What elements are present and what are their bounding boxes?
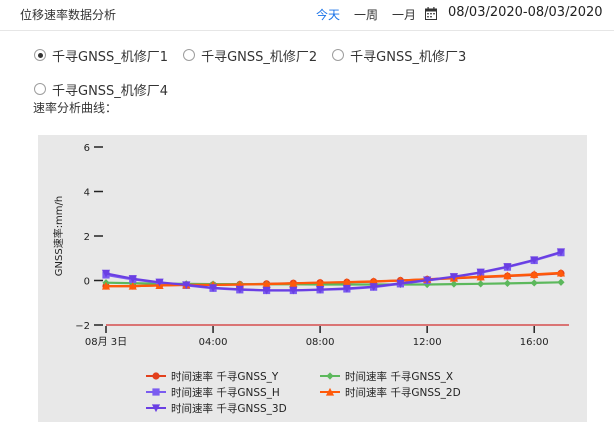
date-range-value[interactable]: 08/03/2020-08/03/2020 — [448, 5, 603, 20]
y-tick-label: 6 — [84, 143, 90, 154]
x-axis: 08月 3日 04:00 08:00 12:00 16:00 — [85, 324, 569, 348]
range-today-link[interactable]: 今天 — [316, 6, 340, 23]
station-label: 千寻GNSS_机修厂3 — [350, 49, 467, 65]
series-0 — [102, 269, 565, 290]
data-point — [530, 279, 538, 287]
x-tick-label: 08月 3日 — [85, 336, 127, 348]
chart-legend: 时间速率 千寻GNSS_Y 时间速率 千寻GNSS_X 时间速率 千寻GNSS_H 时… — [146, 370, 461, 415]
radio-circle-icon — [34, 49, 46, 61]
data-point — [503, 279, 512, 287]
series-layer — [101, 248, 566, 295]
station-label: 千寻GNSS_机修厂1 — [52, 49, 169, 65]
x-tick-label: 16:00 — [520, 337, 549, 348]
radio-circle-icon — [183, 49, 196, 61]
header: 位移速率数据分析 今天 一周 一月 08/03/2020-08/03/2020 — [0, 0, 614, 31]
legend-marker — [152, 388, 160, 396]
x-tick-label: 12:00 — [413, 337, 442, 348]
page-title: 位移速率数据分析 — [20, 8, 117, 22]
legend-marker — [326, 372, 334, 380]
data-point — [477, 280, 485, 288]
station-radio-4[interactable]: 千寻GNSS_机修厂4 — [34, 80, 168, 99]
series-2 — [102, 249, 565, 295]
y-axis-label: GNSS速率:mm/h — [52, 196, 65, 276]
radio-circle-icon — [34, 83, 46, 95]
x-tick-label: 04:00 — [199, 337, 228, 348]
y-axis: −2 0 2 4 6 GNSS速率:mm/h — [52, 143, 103, 332]
legend-item[interactable]: 时间速率 千寻GNSS_2D — [320, 386, 461, 399]
legend-item[interactable]: 时间速率 千寻GNSS_X — [320, 370, 453, 383]
y-tick-label: 2 — [84, 232, 90, 243]
section-label: 速率分析曲线： — [33, 101, 118, 115]
legend-item[interactable]: 时间速率 千寻GNSS_Y — [146, 370, 279, 383]
legend-label: 时间速率 千寻GNSS_3D — [171, 402, 287, 415]
station-radio-2[interactable]: 千寻GNSS_机修厂2 — [183, 46, 317, 65]
station-label: 千寻GNSS_机修厂2 — [201, 49, 318, 65]
legend-marker — [152, 372, 160, 380]
calendar-icon[interactable] — [425, 7, 437, 20]
legend-label: 时间速率 千寻GNSS_2D — [345, 386, 461, 399]
legend-item[interactable]: 时间速率 千寻GNSS_3D — [146, 402, 287, 415]
legend-item[interactable]: 时间速率 千寻GNSS_H — [146, 386, 280, 399]
legend-label: 时间速率 千寻GNSS_H — [171, 386, 280, 399]
range-week-link[interactable]: 一周 — [354, 6, 378, 23]
rate-chart: −2 0 2 4 6 GNSS速率:mm/h 08月 3日 04:00 08:00 12:00 1… — [38, 135, 587, 422]
station-label: 千寻GNSS_机修厂4 — [52, 83, 169, 99]
radio-circle-icon — [332, 49, 345, 61]
station-radio-3[interactable]: 千寻GNSS_机修厂3 — [332, 46, 466, 65]
x-tick-label: 08:00 — [306, 337, 335, 348]
y-tick-label: 0 — [84, 277, 90, 288]
y-tick-label: 4 — [84, 188, 90, 199]
station-radio-1[interactable]: 千寻GNSS_机修厂1 — [34, 46, 168, 65]
station-radio-group: 千寻GNSS_机修厂1 千寻GNSS_机修厂2 千寻GNSS_机修厂3 千寻GN… — [34, 38, 594, 106]
y-tick-label: −2 — [75, 321, 90, 332]
date-range-shortcuts: 今天 一周 一月 — [316, 6, 430, 23]
legend-label: 时间速率 千寻GNSS_Y — [171, 370, 279, 383]
rate-chart-svg: −2 0 2 4 6 GNSS速率:mm/h 08月 3日 04:00 08:00 12:00 1… — [52, 143, 569, 415]
series-4 — [101, 248, 566, 295]
data-point — [557, 278, 565, 286]
legend-label: 时间速率 千寻GNSS_X — [345, 370, 453, 383]
range-month-link[interactable]: 一月 — [392, 6, 416, 23]
series-3 — [101, 268, 566, 290]
